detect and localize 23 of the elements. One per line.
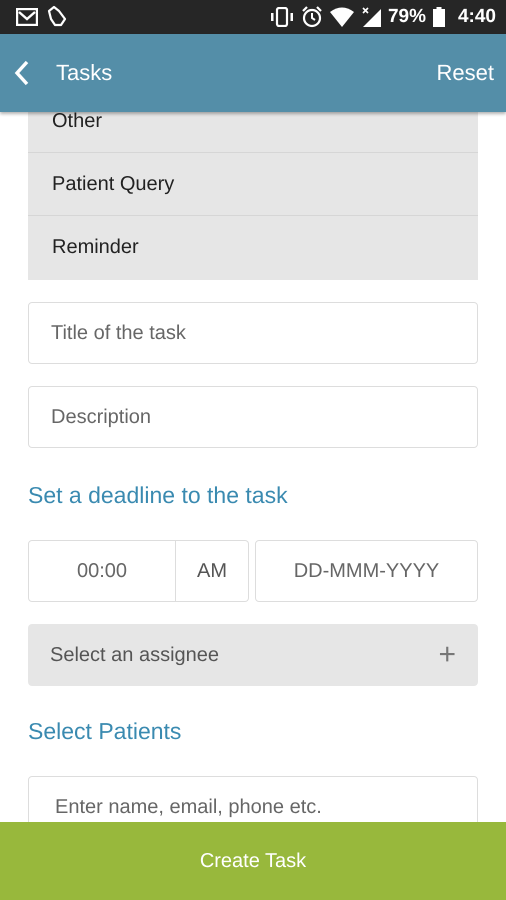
task-type-option[interactable]: Other [28, 112, 478, 153]
description-field[interactable]: Description [28, 386, 478, 448]
patients-heading: Select Patients [28, 718, 182, 746]
reset-button[interactable]: Reset [436, 60, 494, 86]
vibrate-icon [270, 7, 294, 27]
date-field[interactable]: DD-MMM-YYYY [255, 540, 478, 602]
am-pm-toggle[interactable]: AM [176, 540, 249, 602]
patient-search-field[interactable]: Enter name, email, phone etc. [28, 776, 478, 822]
screen-title: Tasks [56, 60, 114, 86]
assignee-selector[interactable]: Select an assignee + [28, 624, 478, 686]
deadline-heading: Set a deadline to the task [28, 482, 289, 510]
signal-icon [360, 7, 381, 27]
task-type-option[interactable]: Reminder [28, 216, 478, 279]
wifi-icon [330, 7, 354, 27]
back-icon[interactable] [14, 60, 30, 86]
add-icon[interactable]: + [438, 638, 456, 672]
assignee-placeholder: Select an assignee [50, 644, 220, 666]
alarm-icon [300, 6, 323, 28]
battery-icon [432, 7, 445, 27]
task-type-option[interactable]: Patient Query [28, 153, 478, 216]
time-field[interactable]: 00:00 [28, 540, 176, 602]
mail-icon [16, 8, 38, 26]
title-field[interactable]: Title of the task [28, 302, 478, 364]
